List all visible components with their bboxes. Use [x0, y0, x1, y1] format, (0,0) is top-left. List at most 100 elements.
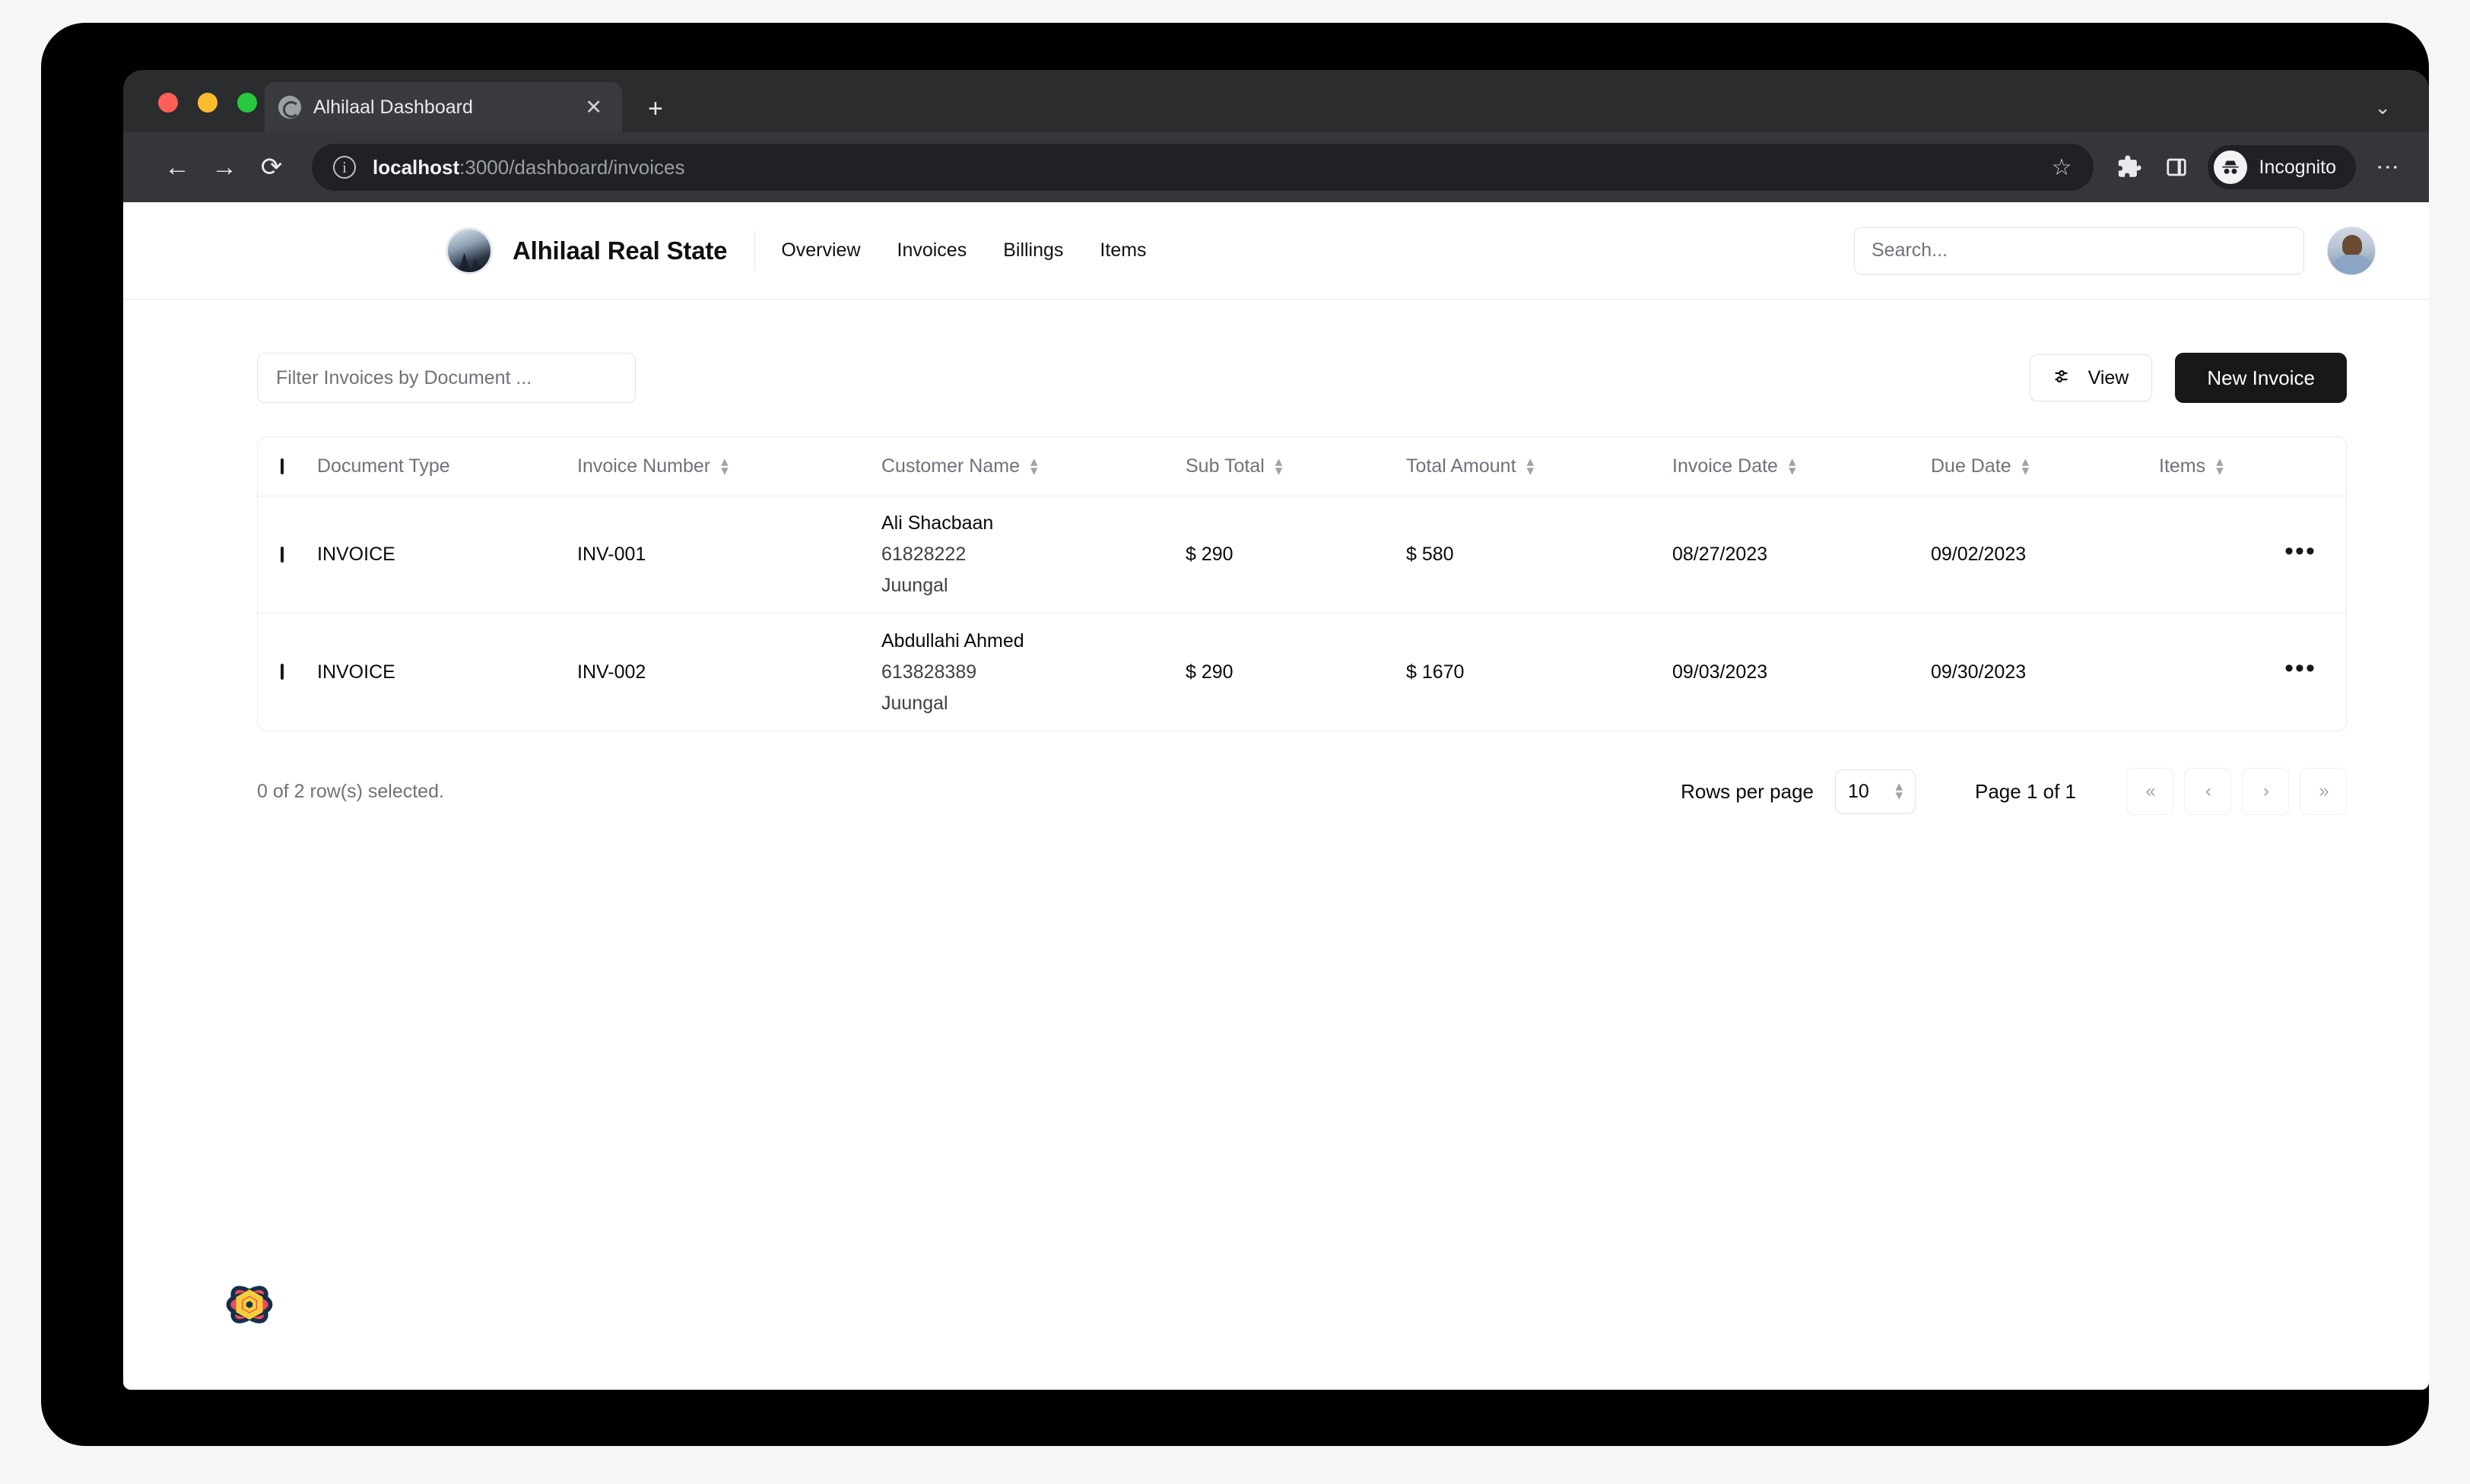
- cell-customer: Ali Shacbaan 61828222 Juungal: [881, 512, 1186, 597]
- cell-due-date: 09/02/2023: [1931, 544, 2027, 565]
- column-header-label: Invoice Date: [1672, 455, 1778, 477]
- pagination: Rows per page 10 ▴ ▾ Page 1 of 1 « ‹ › »: [1681, 768, 2347, 815]
- new-tab-icon[interactable]: +: [648, 96, 663, 122]
- globe-icon: [278, 96, 301, 119]
- cell-sub-total: $ 290: [1186, 544, 1233, 565]
- view-button[interactable]: View: [2029, 354, 2153, 401]
- customer-name: Abdullahi Ahmed: [881, 629, 1024, 652]
- window-maximize-button[interactable]: [237, 93, 257, 113]
- column-header-label: Total Amount: [1406, 455, 1516, 477]
- invoices-table: Document Type Invoice Number ▴ ▾ Customer…: [257, 436, 2347, 731]
- incognito-label: Incognito: [2259, 156, 2336, 178]
- column-header-document-type[interactable]: Document Type: [317, 455, 577, 477]
- first-page-button[interactable]: «: [2126, 768, 2173, 815]
- row-select-checkbox[interactable]: [281, 664, 284, 680]
- bookmark-star-icon[interactable]: ☆: [2038, 154, 2072, 181]
- view-label: View: [2087, 366, 2129, 388]
- last-page-button[interactable]: »: [2300, 768, 2347, 815]
- brand-name: Alhilaal Real State: [513, 236, 728, 265]
- column-header-items[interactable]: Items ▴ ▾: [2159, 455, 2255, 477]
- sort-icon[interactable]: ▴ ▾: [1030, 455, 1038, 477]
- chevron-updown-icon: ▴ ▾: [1895, 778, 1903, 804]
- sort-icon[interactable]: ▴ ▾: [1527, 455, 1535, 477]
- address-bar-host: localhost: [373, 155, 460, 179]
- cell-invoice-number: INV-002: [577, 661, 646, 683]
- table-row[interactable]: INVOICE INV-002 Abdullahi Ahmed 61382838…: [258, 614, 2346, 731]
- table-header-row: Document Type Invoice Number ▴ ▾ Customer…: [258, 437, 2346, 496]
- page-viewport: Alhilaal Real State Overview Invoices Bi…: [123, 202, 2429, 1390]
- cell-invoice-number: INV-001: [577, 544, 646, 565]
- side-panel-icon[interactable]: [2165, 156, 2188, 179]
- window-close-button[interactable]: [158, 93, 178, 113]
- cell-document-type: INVOICE: [317, 661, 395, 683]
- nav-item-invoices[interactable]: Invoices: [897, 239, 967, 262]
- cell-document-type: INVOICE: [317, 544, 395, 565]
- row-select-cell: [258, 546, 317, 563]
- new-invoice-label: New Invoice: [2207, 366, 2315, 389]
- rows-per-page-select[interactable]: 10 ▴ ▾: [1835, 769, 1916, 813]
- pagination-buttons: « ‹ › »: [2126, 768, 2347, 815]
- row-select-checkbox[interactable]: [281, 546, 284, 563]
- row-actions-menu-icon[interactable]: •••: [2284, 654, 2316, 683]
- sort-icon[interactable]: ▴ ▾: [721, 455, 729, 477]
- cell-total-amount: $ 580: [1406, 544, 1454, 565]
- sort-icon[interactable]: ▴ ▾: [2216, 455, 2224, 477]
- info-icon[interactable]: i: [333, 156, 356, 179]
- table-row[interactable]: INVOICE INV-001 Ali Shacbaan 61828222 Ju…: [258, 496, 2346, 614]
- table-toolbar: Filter Invoices by Document ... View New…: [257, 353, 2347, 403]
- column-header-invoice-date[interactable]: Invoice Date ▴ ▾: [1672, 455, 1931, 477]
- search-input[interactable]: Search...: [1854, 227, 2304, 274]
- browser-menu-icon[interactable]: ⋮: [2375, 156, 2400, 179]
- column-header-sub-total[interactable]: Sub Total ▴ ▾: [1186, 455, 1406, 477]
- nav-item-billings[interactable]: Billings: [1003, 239, 1063, 262]
- cell-sub-total: $ 290: [1186, 661, 1233, 683]
- extensions-puzzle-icon[interactable]: [2116, 154, 2142, 180]
- new-invoice-button[interactable]: New Invoice: [2175, 353, 2347, 403]
- column-header-invoice-number[interactable]: Invoice Number ▴ ▾: [577, 455, 881, 477]
- page-indicator: Page 1 of 1: [1975, 779, 2076, 803]
- address-bar-path: :3000/dashboard/invoices: [459, 155, 685, 179]
- column-header-label: Items: [2159, 455, 2206, 477]
- row-select-cell: [258, 664, 317, 680]
- sliders-icon: [2053, 366, 2075, 391]
- customer-phone: 61828222: [881, 544, 967, 565]
- previous-page-button[interactable]: ‹: [2184, 768, 2231, 815]
- select-all-cell: [258, 458, 317, 474]
- toolbar-actions: View New Invoice: [2029, 353, 2347, 403]
- sort-icon[interactable]: ▴ ▾: [1275, 455, 1283, 477]
- column-header-due-date[interactable]: Due Date ▴ ▾: [1931, 455, 2159, 477]
- column-header-label: Due Date: [1931, 455, 2011, 477]
- reload-icon[interactable]: ⟳: [248, 154, 295, 180]
- device-frame: Alhilaal Dashboard ✕ + ⌄ ← → ⟳ i localho…: [41, 23, 2429, 1446]
- search-placeholder: Search...: [1872, 239, 1948, 261]
- customer-name: Ali Shacbaan: [881, 512, 994, 534]
- incognito-indicator[interactable]: Incognito: [2207, 145, 2356, 189]
- column-header-label: Sub Total: [1186, 455, 1265, 477]
- brand[interactable]: Alhilaal Real State: [446, 227, 728, 274]
- window-traffic-lights: [158, 93, 257, 113]
- nav-item-items[interactable]: Items: [1100, 239, 1146, 262]
- column-header-customer-name[interactable]: Customer Name ▴ ▾: [881, 455, 1186, 477]
- filter-invoices-input[interactable]: Filter Invoices by Document ...: [257, 353, 636, 403]
- sort-icon[interactable]: ▴ ▾: [1789, 455, 1796, 477]
- flower-badge-icon[interactable]: [214, 1270, 284, 1340]
- cell-total-amount: $ 1670: [1406, 661, 1465, 683]
- window-minimize-button[interactable]: [198, 93, 217, 113]
- avatar[interactable]: [2327, 226, 2376, 275]
- next-page-button[interactable]: ›: [2242, 768, 2289, 815]
- address-bar[interactable]: i localhost:3000/dashboard/invoices ☆: [312, 144, 2094, 191]
- sort-icon[interactable]: ▴ ▾: [2022, 455, 2030, 477]
- column-header-total-amount[interactable]: Total Amount ▴ ▾: [1406, 455, 1672, 477]
- chevron-down-icon[interactable]: ⌄: [2374, 97, 2391, 117]
- app-header: Alhilaal Real State Overview Invoices Bi…: [123, 202, 2429, 300]
- forward-icon[interactable]: →: [201, 154, 248, 180]
- back-icon[interactable]: ←: [154, 154, 201, 180]
- browser-tab[interactable]: Alhilaal Dashboard ✕: [265, 82, 622, 132]
- browser-tab-title: Alhilaal Dashboard: [313, 96, 473, 118]
- row-actions-menu-icon[interactable]: •••: [2284, 537, 2316, 566]
- nav-item-overview[interactable]: Overview: [781, 239, 860, 262]
- rows-per-page-label: Rows per page: [1681, 779, 1814, 803]
- select-all-checkbox[interactable]: [281, 458, 284, 474]
- brand-logo-icon: [446, 227, 493, 274]
- close-icon[interactable]: ✕: [579, 94, 608, 121]
